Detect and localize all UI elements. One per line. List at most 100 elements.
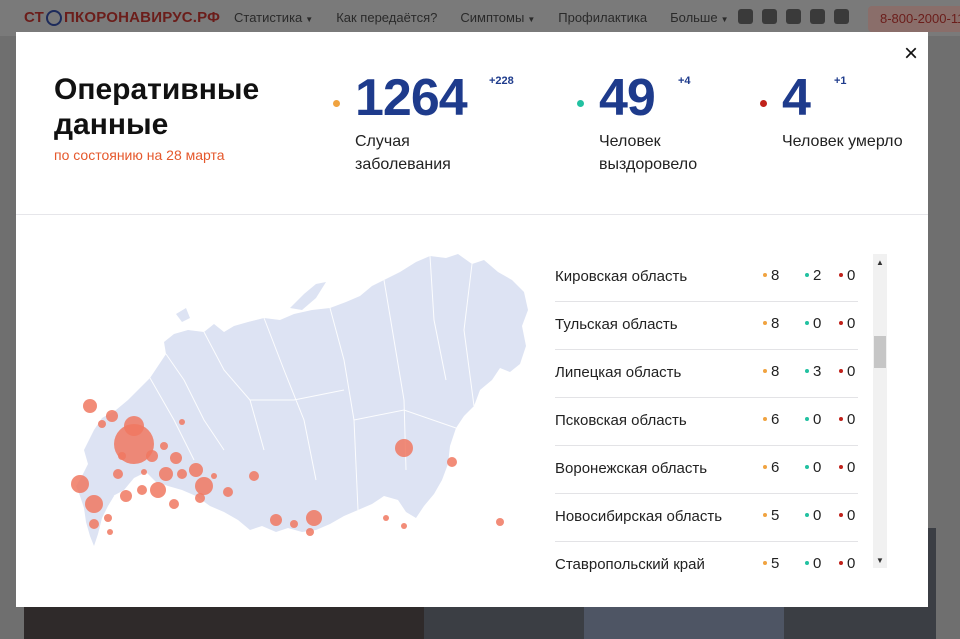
outbreak-dot [83, 399, 97, 413]
region-name: Ставропольский край [555, 556, 705, 573]
stat-value: 49 [599, 69, 656, 127]
region-row[interactable]: Липецкая область 8 3 0 [555, 350, 858, 398]
region-cases: 8 [763, 363, 779, 380]
region-deaths: 0 [839, 411, 855, 428]
stat-delta: +1 [834, 75, 847, 87]
stat-label: Случая заболевания [355, 133, 451, 173]
outbreak-dot [146, 450, 158, 462]
site-logo[interactable]: СТ ПКОРОНАВИРУС.РФ [24, 9, 220, 26]
region-recovered: 0 [805, 459, 821, 476]
region-cases: 8 [763, 315, 779, 332]
nav-item-transmission[interactable]: Как передаётся? [336, 10, 437, 25]
cases-dot [763, 417, 767, 422]
outbreak-dot [137, 485, 147, 495]
scroll-down-icon[interactable]: ▼ [876, 556, 884, 565]
region-cases: 5 [763, 507, 779, 524]
recovered-dot [805, 321, 809, 326]
caret-down-icon: ▼ [305, 15, 314, 24]
outbreak-dot [71, 475, 89, 493]
cases-dot [763, 513, 767, 518]
deaths-dot [839, 465, 843, 470]
outbreak-dot [195, 493, 205, 503]
deaths-dot [839, 513, 843, 518]
odnoklassniki-icon[interactable] [762, 9, 777, 24]
nav-item-symptoms[interactable]: Симптомы ▼ [460, 10, 535, 25]
deaths-dot [839, 369, 843, 374]
outbreak-dot [179, 419, 185, 425]
region-recovered: 0 [805, 315, 821, 332]
outbreak-dot [170, 452, 182, 464]
hotline-button[interactable]: 8-800-2000-11 [868, 6, 960, 32]
stat-delta: +228 [489, 75, 514, 87]
region-row[interactable]: Воронежская область 6 0 0 [555, 446, 858, 494]
vk-icon[interactable] [738, 9, 753, 24]
region-list: Кировская область 8 2 0 Тульская область… [555, 254, 858, 589]
region-name: Липецкая область [555, 364, 682, 381]
virus-icon [46, 9, 63, 26]
outbreak-dot [150, 482, 166, 498]
deaths-dot [839, 417, 843, 422]
scroll-up-icon[interactable]: ▲ [876, 258, 884, 267]
deaths-value: 0 [847, 555, 856, 572]
outbreak-dot [160, 442, 168, 450]
recovered-dot [805, 369, 809, 374]
nav-item-more[interactable]: Больше ▼ [670, 10, 728, 25]
outbreak-dot [290, 520, 298, 528]
outbreak-dot [141, 469, 147, 475]
deaths-value: 0 [847, 315, 856, 332]
outbreak-dot [106, 410, 118, 422]
nav-item-statistics[interactable]: Статистика ▼ [234, 10, 313, 25]
recovered-value: 2 [813, 267, 822, 284]
recovered-dot [805, 513, 809, 518]
deaths-dot [839, 321, 843, 326]
cases-dot [763, 321, 767, 326]
deaths-value: 0 [847, 507, 856, 524]
outbreak-dot [118, 452, 126, 460]
cases-value: 8 [771, 315, 780, 332]
map-island-novaya-zemlya [290, 282, 326, 310]
nav-label: Больше [670, 10, 718, 25]
region-deaths: 0 [839, 267, 855, 284]
region-row[interactable]: Новосибирская область 5 0 0 [555, 494, 858, 542]
outbreak-dot [270, 514, 282, 526]
cases-value: 6 [771, 459, 780, 476]
phone-icon[interactable] [834, 9, 849, 24]
viber-icon[interactable] [810, 9, 825, 24]
outbreak-dot [447, 457, 457, 467]
region-recovered: 2 [805, 267, 821, 284]
outbreak-dot [306, 510, 322, 526]
caret-down-icon: ▼ [720, 15, 729, 24]
region-row[interactable]: Кировская область 8 2 0 [555, 254, 858, 302]
main-nav: Статистика ▼ Как передаётся? Симптомы ▼ Пр… [234, 10, 752, 25]
outbreak-dot [124, 416, 144, 436]
recovered-dot [805, 417, 809, 422]
region-cases: 8 [763, 267, 779, 284]
cases-dot [763, 273, 767, 278]
region-cases: 5 [763, 555, 779, 572]
logo-text-end: ПКОРОНАВИРУС.РФ [64, 9, 221, 26]
outbreak-dot [195, 477, 213, 495]
region-name: Воронежская область [555, 460, 708, 477]
region-recovered: 0 [805, 411, 821, 428]
region-recovered: 0 [805, 507, 821, 524]
scrollbar-thumb[interactable] [874, 336, 886, 368]
stat-delta: +4 [678, 75, 691, 87]
recovered-value: 0 [813, 507, 822, 524]
recovered-value: 0 [813, 555, 822, 572]
region-name: Кировская область [555, 268, 688, 285]
outbreak-dot [98, 420, 106, 428]
caret-down-icon: ▼ [527, 15, 536, 24]
deaths-value: 0 [847, 459, 856, 476]
region-row[interactable]: Псковская область 6 0 0 [555, 398, 858, 446]
region-list-scrollbar[interactable]: ▲ ▼ [873, 254, 887, 568]
telegram-icon[interactable] [786, 9, 801, 24]
region-row[interactable]: Ставропольский край 5 0 0 [555, 542, 858, 589]
close-icon[interactable]: × [900, 42, 922, 66]
russia-map[interactable] [54, 250, 534, 560]
nav-item-prevention[interactable]: Профилактика [558, 10, 647, 25]
region-cases: 6 [763, 411, 779, 428]
site-header: СТ ПКОРОНАВИРУС.РФ Статистика ▼ Как перед… [0, 0, 960, 36]
logo-text-start: СТ [24, 9, 45, 26]
recovered-dot [805, 561, 809, 566]
region-row[interactable]: Тульская область 8 0 0 [555, 302, 858, 350]
